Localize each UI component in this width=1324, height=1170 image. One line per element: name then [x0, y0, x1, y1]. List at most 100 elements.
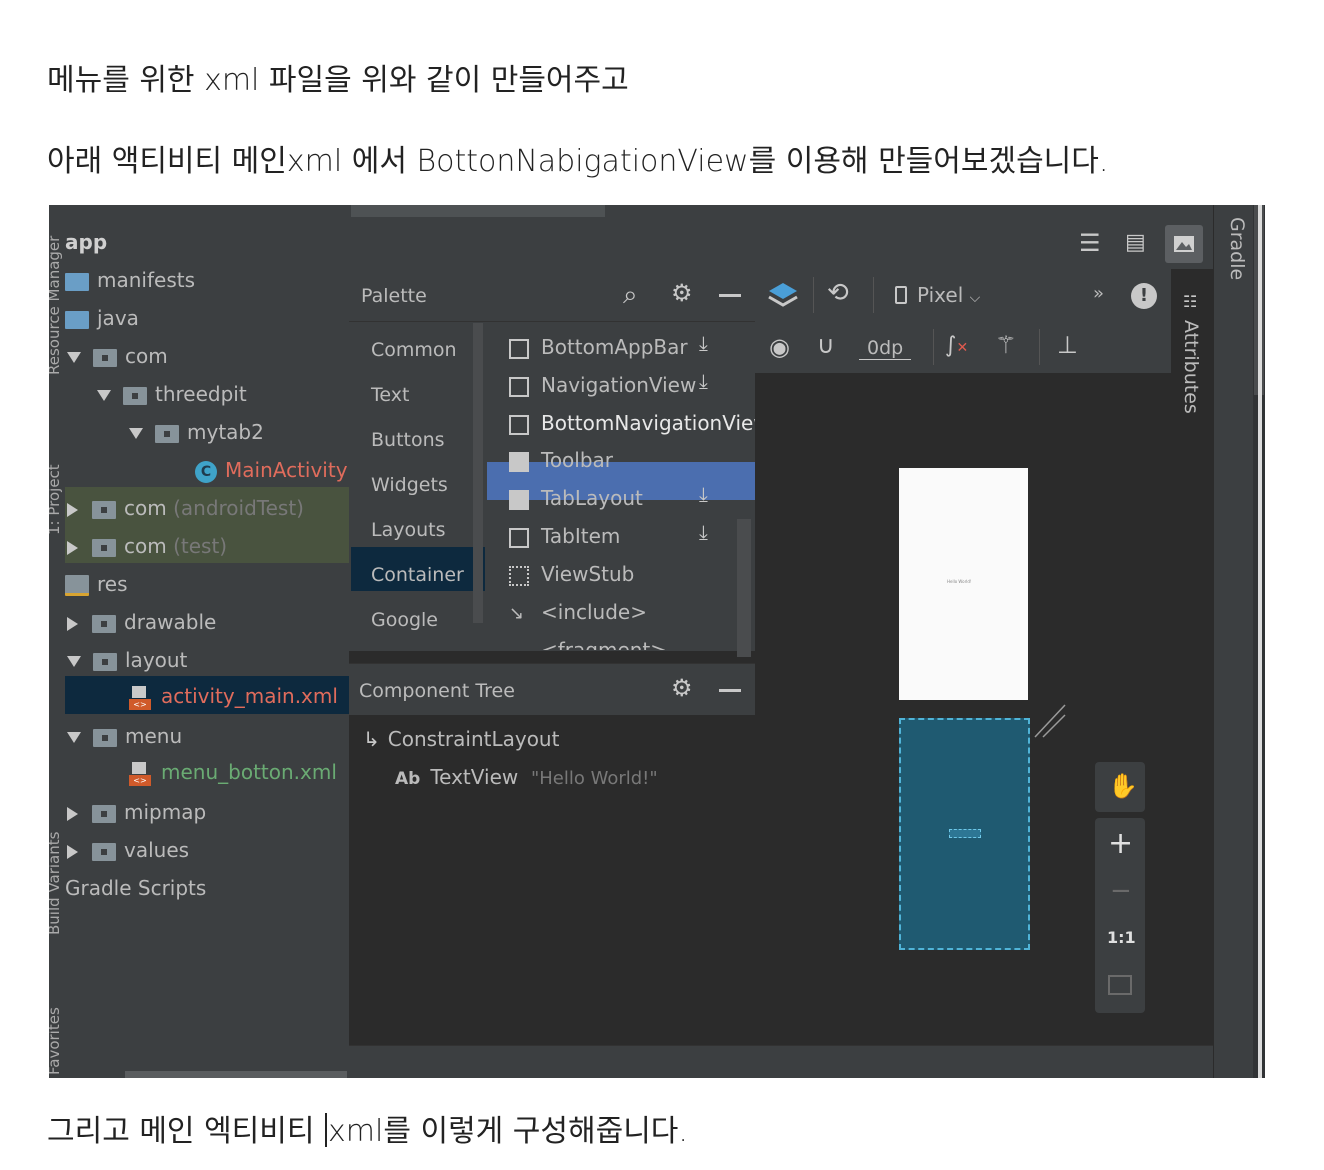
expand-arrow-icon[interactable] — [67, 656, 81, 667]
clear-constraints-icon[interactable]: ∫✕ — [945, 333, 968, 358]
window-edge — [1258, 205, 1262, 1078]
palette-item-toolbar[interactable]: Toolbar — [509, 442, 613, 478]
blueprint-preview-screen[interactable] — [899, 718, 1030, 950]
tree-label: java — [97, 306, 139, 330]
design-view-button[interactable] — [1165, 225, 1203, 263]
category-common[interactable]: Common — [371, 339, 457, 361]
tree-gradle-scripts[interactable]: Gradle Scripts — [65, 869, 206, 907]
tree-drawable[interactable]: drawable — [67, 603, 216, 641]
collapse-arrow-icon[interactable] — [67, 540, 78, 555]
warning-icon[interactable]: ! — [1131, 283, 1157, 309]
minimize-icon[interactable] — [719, 294, 741, 297]
attributes-tab-label: Attributes — [1180, 320, 1202, 414]
tree-label: menu_botton.xml — [161, 760, 337, 784]
category-scrollbar[interactable] — [473, 323, 483, 623]
tree-java[interactable]: java — [65, 299, 139, 337]
category-buttons[interactable]: Buttons — [371, 429, 445, 451]
eye-icon[interactable]: ◉ — [769, 335, 790, 359]
tree-com-test[interactable]: com (test) — [67, 527, 227, 565]
tree-menu-botton-xml[interactable]: <> menu_botton.xml — [129, 753, 337, 791]
palette-item-bottomnavigationview[interactable]: BottomNavigationView — [509, 405, 770, 441]
zoom-in-button[interactable]: + — [1108, 826, 1133, 861]
code-view-icon[interactable]: ☰ — [1079, 231, 1101, 255]
tree-mytab2[interactable]: mytab2 — [129, 413, 264, 451]
collapse-arrow-icon[interactable] — [67, 502, 78, 517]
device-selector[interactable]: Pixel ⌵ — [895, 283, 980, 307]
zoom-fit-icon[interactable] — [1108, 975, 1132, 995]
package-folder-icon — [93, 348, 117, 367]
textview-icon: Ab — [395, 769, 421, 789]
category-layouts[interactable]: Layouts — [371, 519, 446, 541]
tree-label: activity_main.xml — [161, 684, 338, 708]
search-icon[interactable]: ⌕ — [623, 282, 638, 308]
tree-values[interactable]: values — [67, 831, 189, 869]
tree-label: mytab2 — [187, 420, 264, 444]
class-icon: C — [195, 460, 217, 483]
palette-item-tabitem[interactable]: TabItem — [509, 518, 620, 554]
expand-arrow-icon[interactable] — [67, 352, 81, 363]
rotate-icon[interactable]: ⟲ — [827, 280, 849, 306]
project-hscroll-thumb[interactable] — [125, 1071, 347, 1078]
zoom-out-button[interactable]: − — [1110, 876, 1132, 906]
split-view-icon[interactable]: ▤ — [1125, 231, 1146, 255]
gear-icon[interactable]: ⚙ — [671, 676, 693, 700]
build-variants-tab[interactable]: Build Variants — [49, 832, 63, 935]
palette-items-scrollbar[interactable] — [737, 519, 751, 657]
blueprint-textview[interactable] — [949, 829, 981, 838]
palette-item-navigationview[interactable]: NavigationView — [509, 367, 696, 403]
resource-manager-tab[interactable]: Resource Manager — [49, 236, 63, 375]
palette-item-fragment[interactable]: <> <fragment> — [509, 632, 667, 650]
design-toolbar: ⟲ Pixel ⌵ » ! — [755, 269, 1171, 321]
hand-icon: ✋ — [1108, 772, 1138, 800]
collapse-arrow-icon[interactable] — [67, 844, 78, 859]
palette-item-include[interactable]: ↘ <include> — [509, 594, 647, 630]
magic-wand-icon[interactable]: ⚚ — [995, 333, 1017, 357]
margin-selector[interactable]: 0dp — [859, 337, 912, 360]
magnet-icon[interactable]: ∪ — [817, 333, 835, 357]
palette-item-tablayout[interactable]: TabLayout — [509, 480, 643, 516]
category-widgets[interactable]: Widgets — [371, 474, 448, 496]
minimize-icon[interactable] — [719, 689, 741, 692]
category-google[interactable]: Google — [371, 609, 438, 631]
tree-threedpit[interactable]: threedpit — [97, 375, 247, 413]
expand-arrow-icon[interactable] — [67, 732, 81, 743]
pan-button[interactable]: ✋ — [1095, 762, 1145, 812]
zoom-actual-size-button[interactable]: 1:1 — [1107, 928, 1136, 947]
design-preview-screen[interactable]: Hello World! — [899, 468, 1028, 700]
tree-manifests[interactable]: manifests — [65, 261, 195, 299]
tree-activity-main-xml[interactable]: <> activity_main.xml — [129, 677, 338, 715]
tree-com[interactable]: com — [67, 337, 168, 375]
tree-layout[interactable]: layout — [67, 641, 187, 679]
resize-handle-icon[interactable] — [1033, 703, 1067, 739]
tree-app[interactable]: app — [65, 223, 107, 261]
project-tab[interactable]: 1: Project — [49, 464, 63, 535]
download-icon[interactable]: ⤓ — [699, 520, 708, 544]
tree-res[interactable]: res — [65, 565, 128, 603]
tree-com-android-test[interactable]: com (androidTest) — [67, 489, 304, 527]
tree-mipmap[interactable]: mipmap — [67, 793, 206, 831]
component-tree-body: ↳ ConstraintLayout Ab TextView "Hello Worl… — [349, 715, 755, 1045]
layers-icon[interactable] — [767, 281, 801, 311]
expand-arrow-icon[interactable] — [97, 390, 111, 401]
more-icon[interactable]: » — [1093, 283, 1104, 304]
component-tree-title: Component Tree — [359, 680, 515, 702]
expand-arrow-icon[interactable] — [129, 428, 143, 439]
tree-menu[interactable]: menu — [67, 717, 182, 755]
category-text[interactable]: Text — [371, 384, 409, 406]
tree-textview[interactable]: Ab TextView "Hello World!" — [395, 765, 658, 789]
category-container[interactable]: Container — [371, 564, 464, 586]
tree-constraintlayout[interactable]: ↳ ConstraintLayout — [363, 727, 559, 751]
collapse-arrow-icon[interactable] — [67, 806, 78, 821]
collapse-arrow-icon[interactable] — [67, 616, 78, 631]
favorites-tab[interactable]: Favorites — [49, 1007, 63, 1075]
tree-main-activity[interactable]: C MainActivity — [195, 451, 348, 489]
download-icon[interactable]: ⤓ — [699, 482, 708, 506]
palette-item-bottomappbar[interactable]: BottomAppBar — [509, 329, 688, 365]
download-icon[interactable]: ⤓ — [699, 369, 708, 393]
gear-icon[interactable]: ⚙ — [671, 281, 693, 305]
align-icon[interactable]: ⊥ — [1057, 333, 1078, 357]
gradle-tab[interactable]: Gradle — [1226, 217, 1248, 280]
download-icon[interactable]: ⤓ — [699, 331, 708, 355]
palette-item-viewstub[interactable]: ViewStub — [509, 556, 634, 592]
attributes-tab[interactable]: ☷ Attributes — [1172, 280, 1212, 430]
